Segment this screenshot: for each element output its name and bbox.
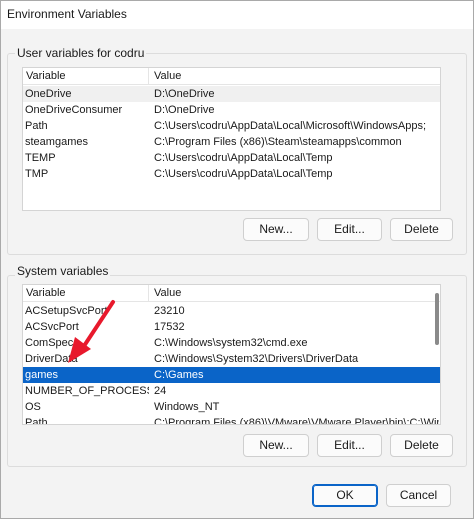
annotation-arrow-icon xyxy=(68,300,115,363)
environment-variables-dialog: Environment Variables User variables for… xyxy=(0,0,474,519)
